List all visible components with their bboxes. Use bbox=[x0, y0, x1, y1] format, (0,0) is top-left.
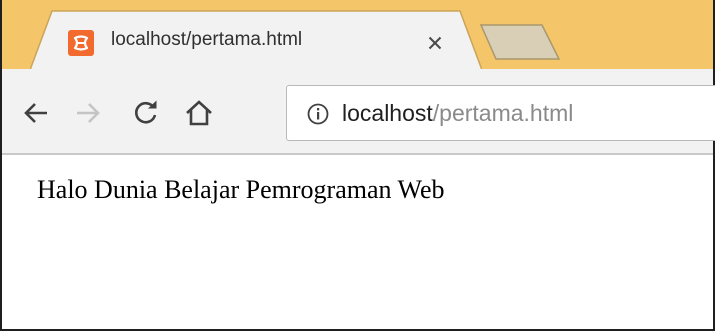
close-icon[interactable] bbox=[423, 31, 447, 55]
new-tab-button[interactable] bbox=[480, 24, 560, 60]
browser-toolbar: localhost/pertama.html bbox=[2, 69, 715, 155]
tab-title: localhost/pertama.html bbox=[111, 29, 303, 50]
forward-arrow-icon[interactable] bbox=[72, 97, 104, 129]
page-text: Halo Dunia Belajar Pemrograman Web bbox=[37, 175, 445, 204]
xampp-icon bbox=[68, 30, 94, 56]
url-path: /pertama.html bbox=[432, 100, 574, 126]
browser-window: localhost/pertama.html localhost/pertama… bbox=[0, 0, 715, 331]
back-arrow-icon[interactable] bbox=[20, 97, 52, 129]
address-bar[interactable]: localhost/pertama.html bbox=[286, 85, 715, 141]
url-text: localhost/pertama.html bbox=[342, 100, 573, 127]
home-icon[interactable] bbox=[183, 97, 215, 129]
info-icon[interactable] bbox=[307, 103, 329, 125]
tab-strip: localhost/pertama.html bbox=[2, 0, 713, 70]
reload-icon[interactable] bbox=[130, 97, 162, 129]
url-host: localhost bbox=[342, 100, 433, 126]
page-content: Halo Dunia Belajar Pemrograman Web bbox=[2, 155, 713, 329]
